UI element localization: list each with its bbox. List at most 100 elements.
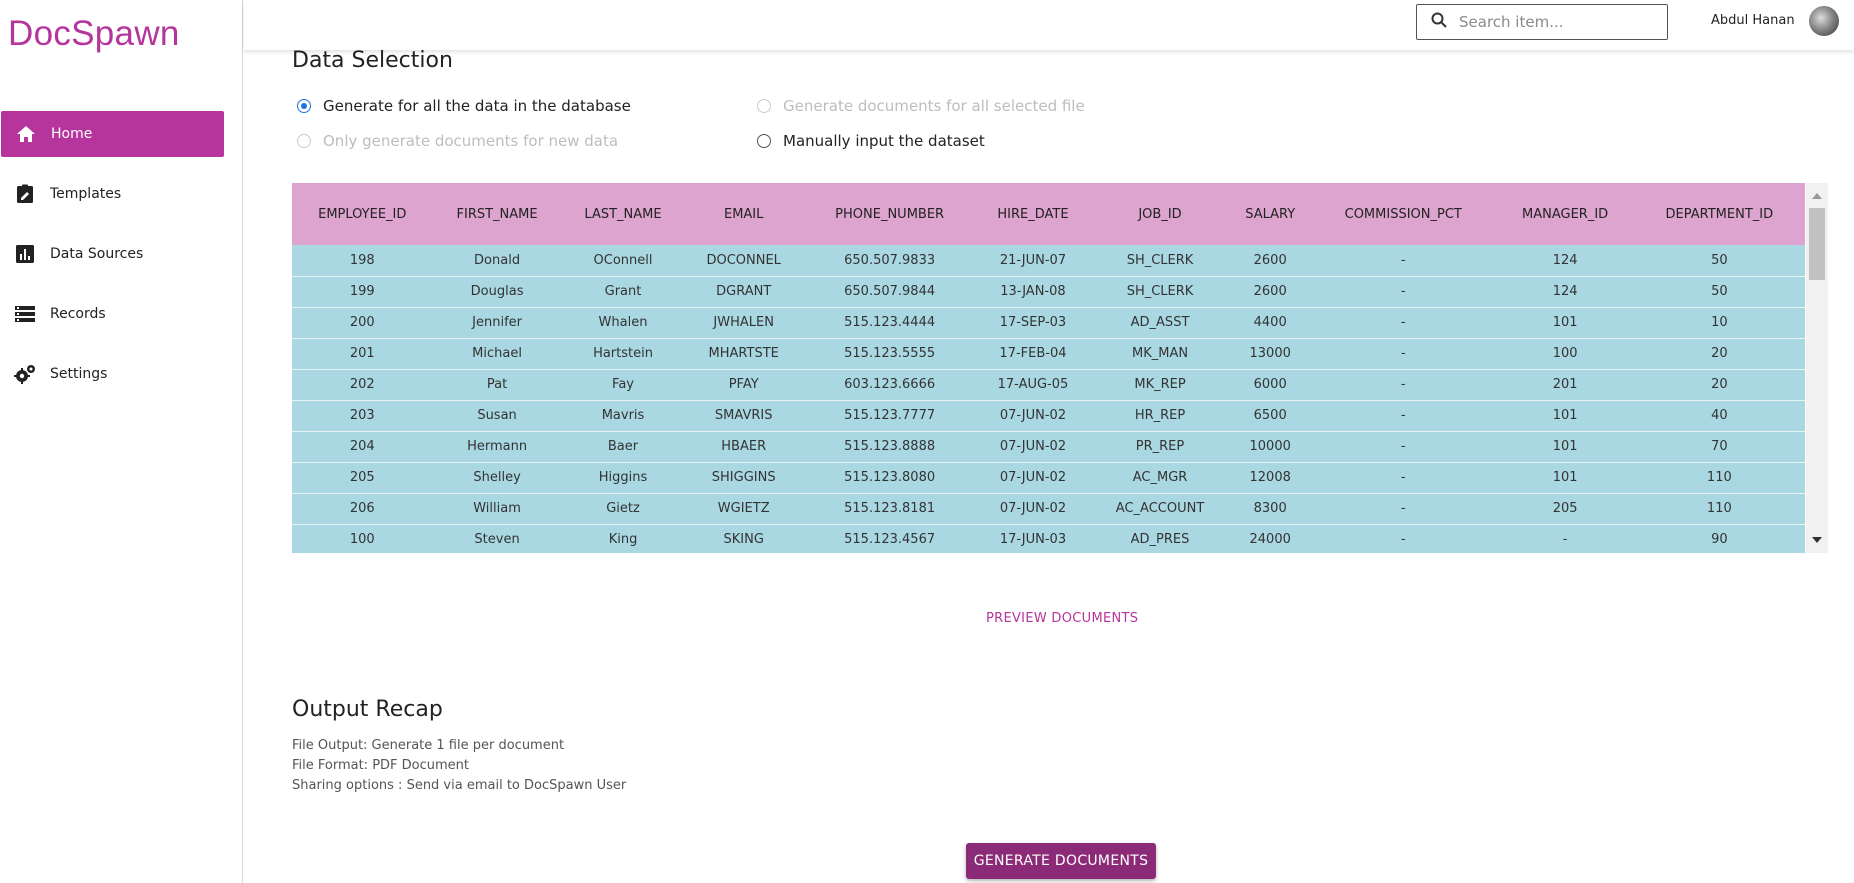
bar-chart-icon — [14, 243, 36, 265]
table-cell: 6000 — [1230, 369, 1310, 401]
table-cell: 515.123.4444 — [802, 307, 977, 339]
table-cell: AD_ASST — [1089, 307, 1231, 339]
topbar: Abdul Hanan — [244, 0, 1854, 50]
table-cell: 2600 — [1230, 276, 1310, 308]
table-cell: 17-FEB-04 — [976, 338, 1090, 370]
scroll-down-icon[interactable] — [1812, 537, 1822, 543]
table-row[interactable]: 205 Shelley Higgins SHIGGINS 515.123.8080 07-… — [292, 462, 1805, 494]
table-header-row: EMPLOYEE_ID FIRST_NAME LAST_NAME EMAIL PHONE… — [292, 183, 1805, 245]
table-scrollbar[interactable] — [1806, 183, 1828, 553]
table-cell: - — [1309, 307, 1497, 339]
column-header[interactable]: LAST_NAME — [561, 183, 685, 245]
table-cell: 201 — [1496, 369, 1634, 401]
table-row[interactable]: 203 Susan Mavris SMAVRIS 515.123.7777 07-JUN-… — [292, 400, 1805, 432]
table-cell: 650.507.9833 — [802, 245, 977, 277]
section-title-output-recap: Output Recap — [292, 697, 443, 722]
table-cell: 110 — [1633, 493, 1805, 525]
column-header[interactable]: JOB_ID — [1089, 183, 1231, 245]
table-cell: 199 — [292, 276, 433, 308]
sidebar-item-records[interactable]: Records — [0, 291, 224, 337]
table-cell: Fay — [561, 369, 685, 401]
column-header[interactable]: EMAIL — [684, 183, 803, 245]
option-label: Manually input the dataset — [783, 132, 985, 150]
column-header[interactable]: FIRST_NAME — [432, 183, 562, 245]
column-header[interactable]: MANAGER_ID — [1496, 183, 1634, 245]
table-row[interactable]: 204 Hermann Baer HBAER 515.123.8888 07-JUN-02… — [292, 431, 1805, 463]
table-cell: 204 — [292, 431, 433, 463]
table-cell: 2600 — [1230, 245, 1310, 277]
scroll-up-icon[interactable] — [1812, 193, 1822, 199]
option-all-data[interactable]: Generate for all the data in the databas… — [297, 97, 631, 115]
table-cell: - — [1309, 338, 1497, 370]
table-cell: OConnell — [561, 245, 685, 277]
search-input[interactable] — [1459, 13, 1649, 31]
table-cell: - — [1496, 524, 1634, 553]
table-cell: 6500 — [1230, 400, 1310, 432]
column-header[interactable]: SALARY — [1230, 183, 1310, 245]
table-row[interactable]: 198 Donald OConnell DOCONNEL 650.507.9833 21-… — [292, 245, 1805, 277]
option-label: Generate for all the data in the databas… — [323, 97, 631, 115]
table-row[interactable]: 201 Michael Hartstein MHARTSTE 515.123.5555 1… — [292, 338, 1805, 370]
table-row[interactable]: 100 Steven King SKING 515.123.4567 17-JUN-03 A… — [292, 524, 1805, 553]
sidebar-item-settings[interactable]: Settings — [0, 351, 224, 397]
table-cell: 4400 — [1230, 307, 1310, 339]
generate-documents-button[interactable]: GENERATE DOCUMENTS — [966, 843, 1156, 879]
table-cell: 24000 — [1230, 524, 1310, 553]
table-cell: 101 — [1496, 462, 1634, 494]
brand-logo[interactable]: DocSpawn — [8, 14, 180, 54]
table-row[interactable]: 202 Pat Fay PFAY 603.123.6666 17-AUG-05 MK_REP… — [292, 369, 1805, 401]
scroll-thumb[interactable] — [1809, 208, 1825, 280]
option-selected-file[interactable]: Generate documents for all selected file — [757, 97, 1085, 115]
radio-button[interactable] — [297, 99, 311, 113]
option-new-data[interactable]: Only generate documents for new data — [297, 132, 618, 150]
column-header[interactable]: PHONE_NUMBER — [802, 183, 977, 245]
table-cell: 70 — [1633, 431, 1805, 463]
table-cell: 198 — [292, 245, 433, 277]
data-table-container[interactable]: EMPLOYEE_ID FIRST_NAME LAST_NAME EMAIL PHONE… — [292, 183, 1828, 553]
table-row[interactable]: 200 Jennifer Whalen JWHALEN 515.123.4444 17-S… — [292, 307, 1805, 339]
sidebar-item-label: Settings — [50, 366, 108, 382]
table-cell: 206 — [292, 493, 433, 525]
table-cell: 17-JUN-03 — [976, 524, 1090, 553]
sidebar-item-data-sources[interactable]: Data Sources — [0, 231, 224, 277]
table-cell: Jennifer — [432, 307, 562, 339]
table-cell: AC_MGR — [1089, 462, 1231, 494]
radio-button[interactable] — [297, 134, 311, 148]
recap-file-format: File Format: PDF Document — [292, 758, 470, 773]
table-cell: 8300 — [1230, 493, 1310, 525]
sidebar-item-home[interactable]: Home — [1, 111, 224, 157]
table-cell: 07-JUN-02 — [976, 493, 1090, 525]
table-cell: 12008 — [1230, 462, 1310, 494]
preview-documents-button[interactable]: PREVIEW DOCUMENTS — [986, 611, 1138, 626]
table-row[interactable]: 199 Douglas Grant DGRANT 650.507.9844 13-JAN-… — [292, 276, 1805, 308]
table-cell: King — [561, 524, 685, 553]
home-icon — [15, 123, 37, 145]
column-header[interactable]: COMMISSION_PCT — [1309, 183, 1497, 245]
column-header[interactable]: EMPLOYEE_ID — [292, 183, 433, 245]
section-title-data-selection: Data Selection — [292, 48, 453, 73]
column-header[interactable]: DEPARTMENT_ID — [1633, 183, 1805, 245]
column-header[interactable]: HIRE_DATE — [976, 183, 1090, 245]
avatar[interactable] — [1809, 6, 1839, 36]
table-cell: 13-JAN-08 — [976, 276, 1090, 308]
table-row[interactable]: 206 William Gietz WGIETZ 515.123.8181 07-JUN-… — [292, 493, 1805, 525]
radio-button[interactable] — [757, 134, 771, 148]
user-name[interactable]: Abdul Hanan — [1711, 13, 1795, 28]
table-cell: AC_ACCOUNT — [1089, 493, 1231, 525]
table-cell: WGIETZ — [684, 493, 803, 525]
table-cell: 100 — [292, 524, 433, 553]
table-cell: 17-SEP-03 — [976, 307, 1090, 339]
table-cell: Susan — [432, 400, 562, 432]
table-cell: Shelley — [432, 462, 562, 494]
option-manual-input[interactable]: Manually input the dataset — [757, 132, 985, 150]
table-cell: 124 — [1496, 276, 1634, 308]
table-cell: - — [1309, 462, 1497, 494]
radio-button[interactable] — [757, 99, 771, 113]
table-cell: 100 — [1496, 338, 1634, 370]
search-box[interactable] — [1416, 4, 1668, 40]
table-cell: 07-JUN-02 — [976, 400, 1090, 432]
table-cell: Douglas — [432, 276, 562, 308]
table-cell: MK_REP — [1089, 369, 1231, 401]
sidebar-item-templates[interactable]: Templates — [0, 171, 224, 217]
table-cell: 515.123.7777 — [802, 400, 977, 432]
